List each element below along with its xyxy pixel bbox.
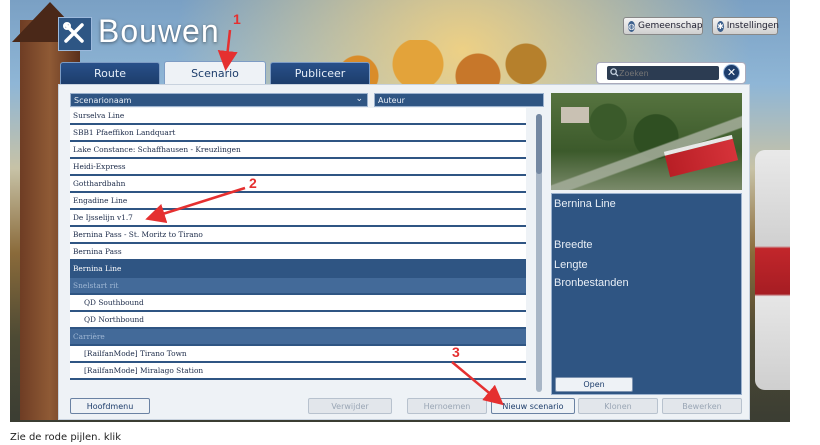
annotation-3: 3 [452,344,460,360]
annotation-2: 2 [249,175,257,191]
arrow-3 [451,361,504,406]
arrow-1 [217,29,238,71]
caption-text: Zie de rode pijlen. klik [10,432,121,443]
annotation-1: 1 [233,11,241,27]
arrow-2 [145,186,246,224]
annotation-arrows [145,29,504,406]
